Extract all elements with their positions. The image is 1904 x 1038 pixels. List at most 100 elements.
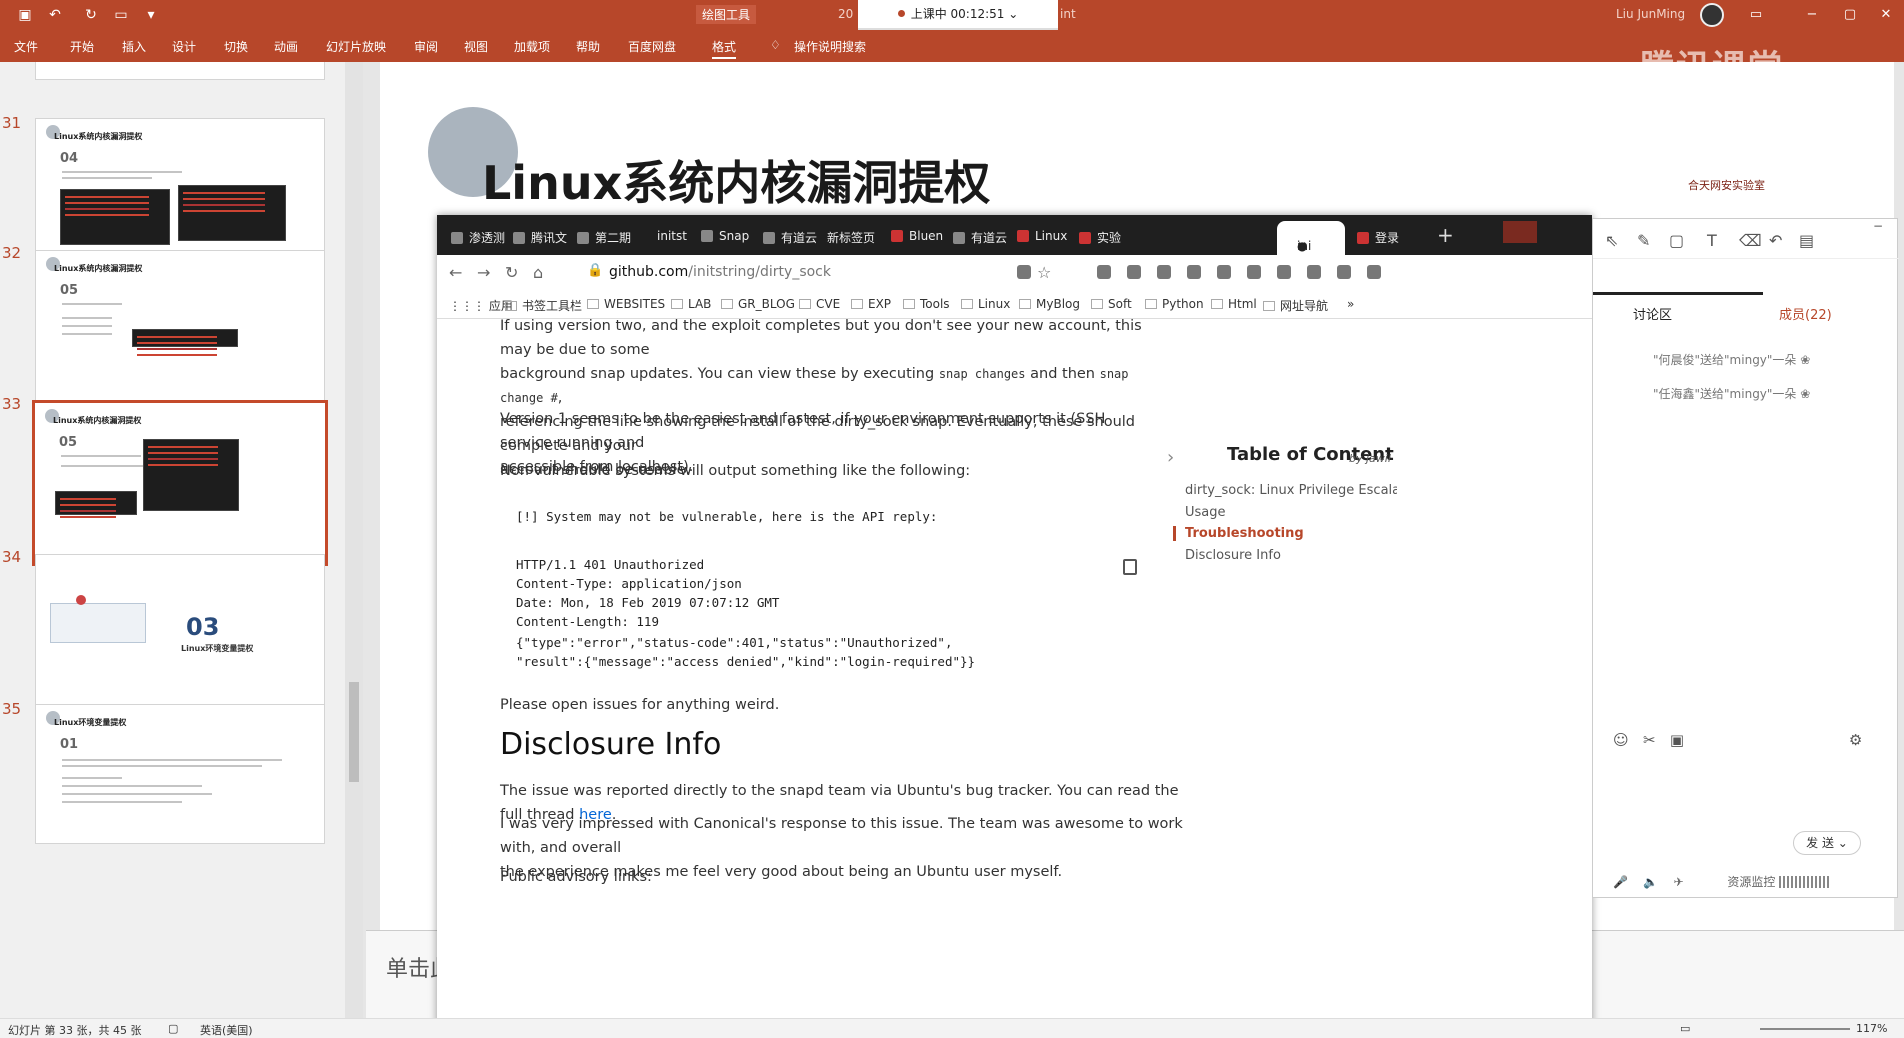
trash-icon[interactable]: ▤ [1799,231,1814,250]
browser-tab[interactable]: Snap [701,229,749,243]
more-bookmarks-icon[interactable]: » [1347,297,1354,311]
undo-icon[interactable]: ↶ [46,6,64,24]
class-timer[interactable]: 上课中 00:12:51 ⌄ [858,0,1058,30]
bookmark-item[interactable]: 网址导航 [1263,297,1328,314]
new-tab-icon[interactable]: + [1437,223,1454,247]
reload-icon[interactable]: ↻ [505,263,518,282]
thumbnail-slide-32[interactable]: Linux系统内核漏洞提权 05 [35,250,325,410]
star-icon[interactable]: ☆ [1037,263,1051,282]
tab-baidu[interactable]: 百度网盘 [628,38,676,55]
customize-icon[interactable]: ▾ [142,6,160,24]
bookmark-item[interactable]: Soft [1091,297,1132,311]
thumbnail-slide-33[interactable]: Linux系统内核漏洞提权 05 [32,400,328,566]
tab-home[interactable]: 开始 [70,38,94,55]
emoji-icon[interactable]: ☺ [1613,731,1629,749]
browser-tab[interactable]: 实验 [1079,229,1121,246]
bookmark-item[interactable]: Tools [903,297,950,311]
tab-slideshow[interactable]: 幻灯片放映 [326,38,386,55]
scrollbar-thumb[interactable] [349,682,359,782]
extension-icon[interactable] [1367,265,1381,279]
pin-icon[interactable]: ✈ [1673,875,1683,889]
mic-icon[interactable]: 🎤 [1613,875,1628,889]
tab-transitions[interactable]: 切换 [224,38,248,55]
send-button[interactable]: 发 送 ⌄ [1793,831,1861,855]
lock-icon[interactable]: 🔒 [587,263,603,278]
speaker-icon[interactable]: 🔈 [1643,875,1658,889]
browser-tab[interactable]: 腾讯文 [513,229,567,246]
close-icon[interactable]: − [1873,219,1883,233]
bookmark-item[interactable]: 书签工具栏 [505,297,582,314]
save-icon[interactable]: ▣ [16,6,34,24]
bookmark-item[interactable]: Html [1211,297,1257,311]
eraser-icon[interactable]: ⌫ [1739,231,1762,250]
browser-tab[interactable]: 有道云 [763,229,817,246]
toc-item-active[interactable]: Troubleshooting [1173,526,1304,541]
tab-close-icon[interactable]: ✕ [1297,239,1307,253]
ribbon-display-icon[interactable]: ▭ [1744,4,1768,26]
image-icon[interactable]: ▣ [1670,731,1684,749]
tab-help[interactable]: 帮助 [576,38,600,55]
zoom-level[interactable]: 117% [1856,1022,1887,1035]
settings-icon[interactable]: ⚙ [1849,731,1862,749]
bookmark-apps[interactable]: ⋮⋮⋮ 应用 [449,297,513,314]
bookmark-item[interactable]: EXP [851,297,891,311]
close-icon[interactable]: ✕ [1874,4,1898,26]
url-field[interactable]: github.com/initstring/dirty_sock [609,264,831,280]
redo-icon[interactable]: ↻ [82,6,100,24]
maximize-icon[interactable]: ▢ [1838,4,1862,26]
browser-tab[interactable]: 渗透测 [451,229,505,246]
bookmark-item[interactable]: Python [1145,297,1204,311]
tab-view[interactable]: 视图 [464,38,488,55]
browser-window[interactable]: 渗透测 腾讯文 第二期 initst Snap 有道云 新标签页 Bluen 有… [437,215,1592,1038]
browser-tab[interactable]: 第二期 [577,229,631,246]
browser-tab-active[interactable]: ● ini ✕ [1277,221,1345,255]
language[interactable]: 英语(美国) [200,1022,253,1038]
extension-icon[interactable] [1307,265,1321,279]
toc-item[interactable]: Disclosure Info [1185,548,1281,563]
bookmark-item[interactable]: GR_BLOG [721,297,795,311]
back-icon[interactable]: ← [449,263,462,282]
thumbnail-slide-34[interactable]: 03 Linux环境变量提权 [35,554,325,714]
bookmark-item[interactable]: WEBSITES [587,297,665,311]
resource-monitor[interactable]: 资源监控 [1727,875,1775,889]
bookmark-item[interactable]: CVE [799,297,840,311]
minimize-icon[interactable]: − [1800,4,1824,26]
pen-icon[interactable]: ✎ [1637,231,1650,250]
tell-me-search[interactable]: 操作说明搜索 [794,38,866,55]
thumbnail-slide-35[interactable]: Linux环境变量提权 01 [35,704,325,844]
undo-icon[interactable]: ↶ [1769,231,1782,250]
text-icon[interactable]: T [1707,231,1717,250]
extension-icon[interactable] [1217,265,1231,279]
tab-format[interactable]: 格式 [712,38,737,59]
browser-tab[interactable]: 登录 [1357,229,1399,246]
extension-icon[interactable] [1187,265,1201,279]
scissors-icon[interactable]: ✂ [1643,731,1656,749]
extension-icon[interactable] [1127,265,1141,279]
extension-icon[interactable] [1277,265,1291,279]
browser-tab[interactable]: initst [657,229,687,243]
tab-addins[interactable]: 加载项 [514,38,550,55]
minimize-highlight[interactable] [1503,221,1537,243]
home-icon[interactable]: ⌂ [533,263,543,282]
bookmark-item[interactable]: LAB [671,297,711,311]
browser-tab[interactable]: Bluen [891,229,943,243]
toc-toggle-icon[interactable]: › [1167,447,1174,468]
toc-item[interactable]: dirty_sock: Linux Privilege Escalation (… [1185,483,1397,498]
tab-review[interactable]: 审阅 [414,38,438,55]
thumbnails-scrollbar[interactable] [345,62,363,1018]
browser-tab[interactable]: Linux [1017,229,1067,243]
rectangle-icon[interactable]: ▢ [1669,231,1684,250]
toc-item[interactable]: Usage [1185,505,1226,520]
tab-animations[interactable]: 动画 [274,38,298,55]
translate-icon[interactable] [1017,265,1031,279]
extension-icon[interactable] [1157,265,1171,279]
browser-tab[interactable]: 新标签页 [827,229,875,246]
tab-file[interactable]: 文件 [14,38,38,55]
bookmark-item[interactable]: Linux [961,297,1010,311]
tab-members[interactable]: 成员(22) [1779,304,1832,323]
browser-tab[interactable]: 有道云 [953,229,1007,246]
copy-icon[interactable] [1123,559,1137,575]
thumbnail-slide-30[interactable] [35,62,325,80]
pointer-icon[interactable]: ⇖ [1605,231,1618,250]
slideshow-icon[interactable]: ▭ [112,6,130,24]
